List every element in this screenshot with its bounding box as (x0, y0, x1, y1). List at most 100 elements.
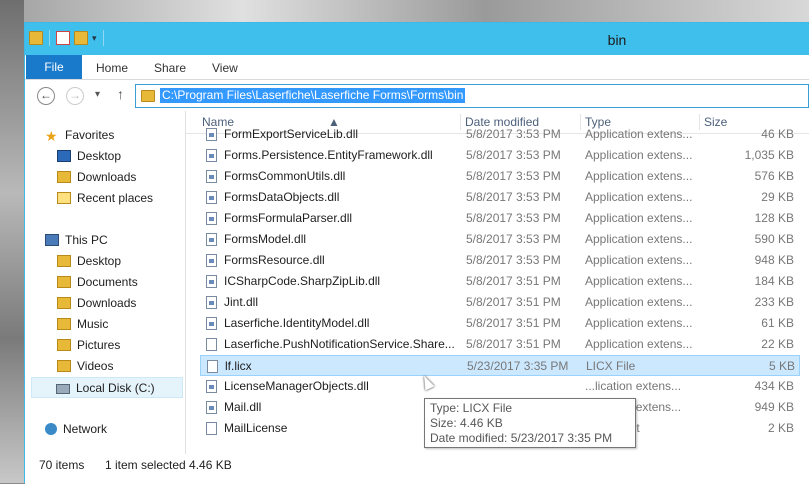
address-row: ← → ▾ ↑ C:\Program Files\Laserfiche\Lase… (25, 80, 809, 110)
nav-item-pc-desktop[interactable]: Desktop (57, 251, 121, 271)
explorer-window: ▾ bin File Home Share View ← → ▾ ↑ C:\Pr… (24, 22, 809, 484)
table-row[interactable]: ICSharpCode.SharpZipLib.dll 5/8/2017 3:51… (200, 271, 800, 292)
nav-label: Favorites (65, 128, 115, 142)
file-type: LICX File (586, 359, 636, 373)
tab-share[interactable]: Share (154, 55, 186, 79)
file-name: Laserfiche.IdentityModel.dll (224, 316, 370, 330)
file-size: 22 KB (761, 337, 794, 351)
file-type: Application extens... (585, 253, 693, 267)
navigation-pane: ★ Favorites Desktop Downloads Recent plac… (25, 111, 186, 454)
nav-item-documents[interactable]: Documents (57, 272, 138, 292)
recent-locations-chevron-icon[interactable]: ▾ (95, 89, 100, 100)
file-name: Jint.dll (224, 295, 259, 309)
file-type: Application extens... (585, 211, 693, 225)
dll-file-icon (206, 128, 217, 141)
file-icon (206, 338, 217, 351)
table-row[interactable]: lf.licx 5/23/2017 3:35 PM LICX File 5 KB (200, 355, 800, 376)
tab-file[interactable]: File (26, 55, 82, 79)
desktop-background-top (0, 0, 809, 22)
hard-drive-icon (56, 384, 70, 394)
address-bar[interactable]: C:\Program Files\Laserfiche\Laserfiche F… (135, 84, 809, 108)
nav-item-pictures[interactable]: Pictures (57, 335, 120, 355)
computer-icon (45, 234, 59, 246)
file-size: 576 KB (754, 169, 794, 183)
file-name: FormsModel.dll (224, 232, 307, 246)
desktop-icon (57, 150, 71, 162)
file-size: 46 KB (761, 127, 794, 141)
table-row[interactable]: FormsDataObjects.dll 5/8/2017 3:53 PM Appl… (200, 187, 800, 208)
dll-file-icon (206, 170, 217, 183)
desktop-background-left (0, 0, 24, 483)
file-name: Forms.Persistence.EntityFramework.dll (224, 148, 433, 162)
file-size: 128 KB (754, 211, 794, 225)
status-item-count: 70 items (39, 458, 85, 472)
file-date-modified: 5/8/2017 3:53 PM (466, 127, 561, 141)
table-row[interactable]: Forms.Persistence.EntityFramework.dll 5/8… (200, 145, 800, 166)
file-size: 184 KB (754, 274, 794, 288)
dll-file-icon (206, 380, 217, 393)
table-row[interactable]: Jint.dll 5/8/2017 3:51 PM Application exte… (200, 292, 800, 313)
file-type: Application extens... (585, 148, 693, 162)
file-type: Application extens... (585, 316, 693, 330)
file-date-modified: 5/8/2017 3:51 PM (466, 337, 561, 351)
title-bar[interactable]: ▾ bin (25, 23, 809, 55)
nav-item-desktop[interactable]: Desktop (57, 146, 121, 166)
file-date-modified: 5/8/2017 3:53 PM (466, 148, 561, 162)
pictures-folder-icon (57, 339, 71, 351)
nav-label: Downloads (77, 170, 137, 184)
downloads-folder-icon (57, 171, 71, 183)
file-name: lf.licx (225, 359, 252, 373)
star-icon: ★ (45, 128, 58, 144)
file-size: 233 KB (754, 295, 794, 309)
folder-icon (57, 255, 71, 267)
nav-item-videos[interactable]: Videos (57, 356, 113, 376)
table-row[interactable]: FormsResource.dll 5/8/2017 3:53 PM Applica… (200, 250, 800, 271)
file-size: 1,035 KB (744, 148, 794, 162)
up-arrow-icon[interactable]: ↑ (117, 86, 124, 102)
status-selection: 1 item selected 4.46 KB (105, 458, 232, 472)
nav-item-music[interactable]: Music (57, 314, 108, 334)
nav-label: This PC (65, 233, 108, 247)
nav-item-local-disk[interactable]: Local Disk (C:) (31, 377, 183, 398)
file-tooltip: Type: LICX File Size: 4.46 KB Date modif… (424, 398, 636, 448)
file-date-modified: 5/8/2017 3:51 PM (466, 316, 561, 330)
nav-label: Music (77, 317, 109, 331)
ribbon-tabs: File Home Share View (25, 55, 809, 80)
nav-label: Recent places (77, 191, 154, 205)
tooltip-size: Size: 4.46 KB (430, 416, 503, 430)
file-size: 949 KB (754, 400, 794, 414)
nav-item-network[interactable]: Network (45, 419, 107, 439)
nav-item-downloads[interactable]: Downloads (57, 167, 136, 187)
tooltip-type: Type: LICX File (430, 401, 513, 415)
dll-file-icon (206, 191, 217, 204)
back-button[interactable]: ← (37, 87, 55, 105)
nav-item-favorites[interactable]: ★ Favorites (45, 125, 114, 145)
tab-home[interactable]: Home (96, 55, 128, 79)
file-date-modified: 5/8/2017 3:53 PM (466, 169, 561, 183)
file-name: FormsCommonUtils.dll (224, 169, 346, 183)
tab-view[interactable]: View (212, 55, 238, 79)
nav-label: Documents (77, 275, 138, 289)
file-type: Application extens... (585, 232, 693, 246)
address-path[interactable]: C:\Program Files\Laserfiche\Laserfiche F… (160, 88, 466, 103)
nav-item-pc-downloads[interactable]: Downloads (57, 293, 136, 313)
table-row[interactable]: Laserfiche.IdentityModel.dll 5/8/2017 3:5… (200, 313, 800, 334)
nav-label: Pictures (77, 338, 121, 352)
file-date-modified: 5/8/2017 3:53 PM (466, 190, 561, 204)
table-row[interactable]: LicenseManagerObjects.dll ...lication ext… (200, 376, 800, 397)
table-row[interactable]: FormsModel.dll 5/8/2017 3:53 PM Applicatio… (200, 229, 800, 250)
file-type: Application extens... (585, 274, 693, 288)
nav-label: Network (63, 422, 108, 436)
nav-item-recent-places[interactable]: Recent places (57, 188, 153, 208)
table-row[interactable]: FormsCommonUtils.dll 5/8/2017 3:53 PM Appl… (200, 166, 800, 187)
table-row[interactable]: FormsFormulaParser.dll 5/8/2017 3:53 PM Ap… (200, 208, 800, 229)
file-name: Mail.dll (224, 400, 262, 414)
nav-item-this-pc[interactable]: This PC (45, 230, 108, 250)
table-row[interactable]: FormExportServiceLib.dll 5/8/2017 3:53 PM… (200, 124, 800, 145)
music-folder-icon (57, 318, 71, 330)
file-icon (206, 422, 217, 435)
dll-file-icon (206, 149, 217, 162)
table-row[interactable]: Laserfiche.PushNotificationService.Share… (200, 334, 800, 355)
nav-label: Local Disk (C:) (76, 381, 155, 395)
forward-button[interactable]: → (66, 87, 84, 105)
